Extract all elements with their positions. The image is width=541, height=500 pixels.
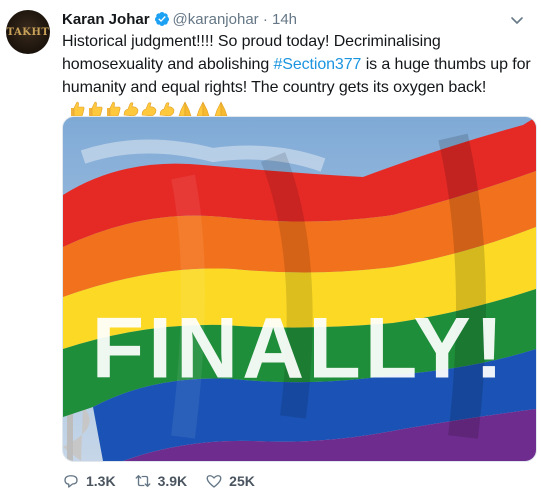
chevron-down-icon[interactable] xyxy=(509,12,525,28)
retweet-button[interactable]: 3.9K xyxy=(134,472,188,490)
avatar[interactable]: TAKHT xyxy=(6,10,50,54)
heart-icon xyxy=(206,475,222,488)
tweet-text: Historical judgment!!!! So proud today! … xyxy=(62,30,534,125)
tweet-header: Karan Johar @karanjohar · 14h xyxy=(62,10,297,30)
author-name[interactable]: Karan Johar xyxy=(62,11,150,28)
hashtag-link[interactable]: #Section377 xyxy=(273,56,361,73)
reply-icon xyxy=(64,475,78,488)
retweet-count: 3.9K xyxy=(157,473,188,489)
tweet-media-image[interactable]: FINALLY! xyxy=(62,116,537,462)
rainbow-flag-graphic xyxy=(63,117,536,461)
author-handle[interactable]: @karanjohar xyxy=(173,11,259,28)
retweet-icon xyxy=(135,475,151,487)
reply-count: 1.3K xyxy=(86,473,116,489)
like-count: 25K xyxy=(229,473,255,489)
tweet-actions: 1.3K 3.9K 25K xyxy=(62,470,273,492)
reply-button[interactable]: 1.3K xyxy=(62,472,116,490)
avatar-logo-text: TAKHT xyxy=(6,26,50,38)
like-button[interactable]: 25K xyxy=(205,472,255,490)
tweet-timestamp[interactable]: 14h xyxy=(272,11,297,28)
verified-badge-icon xyxy=(154,11,170,27)
tweet: TAKHT Karan Johar @karanjohar · 14h Histo… xyxy=(0,0,541,500)
separator-dot: · xyxy=(262,11,268,28)
media-overlay-text: FINALLY! xyxy=(91,300,508,397)
